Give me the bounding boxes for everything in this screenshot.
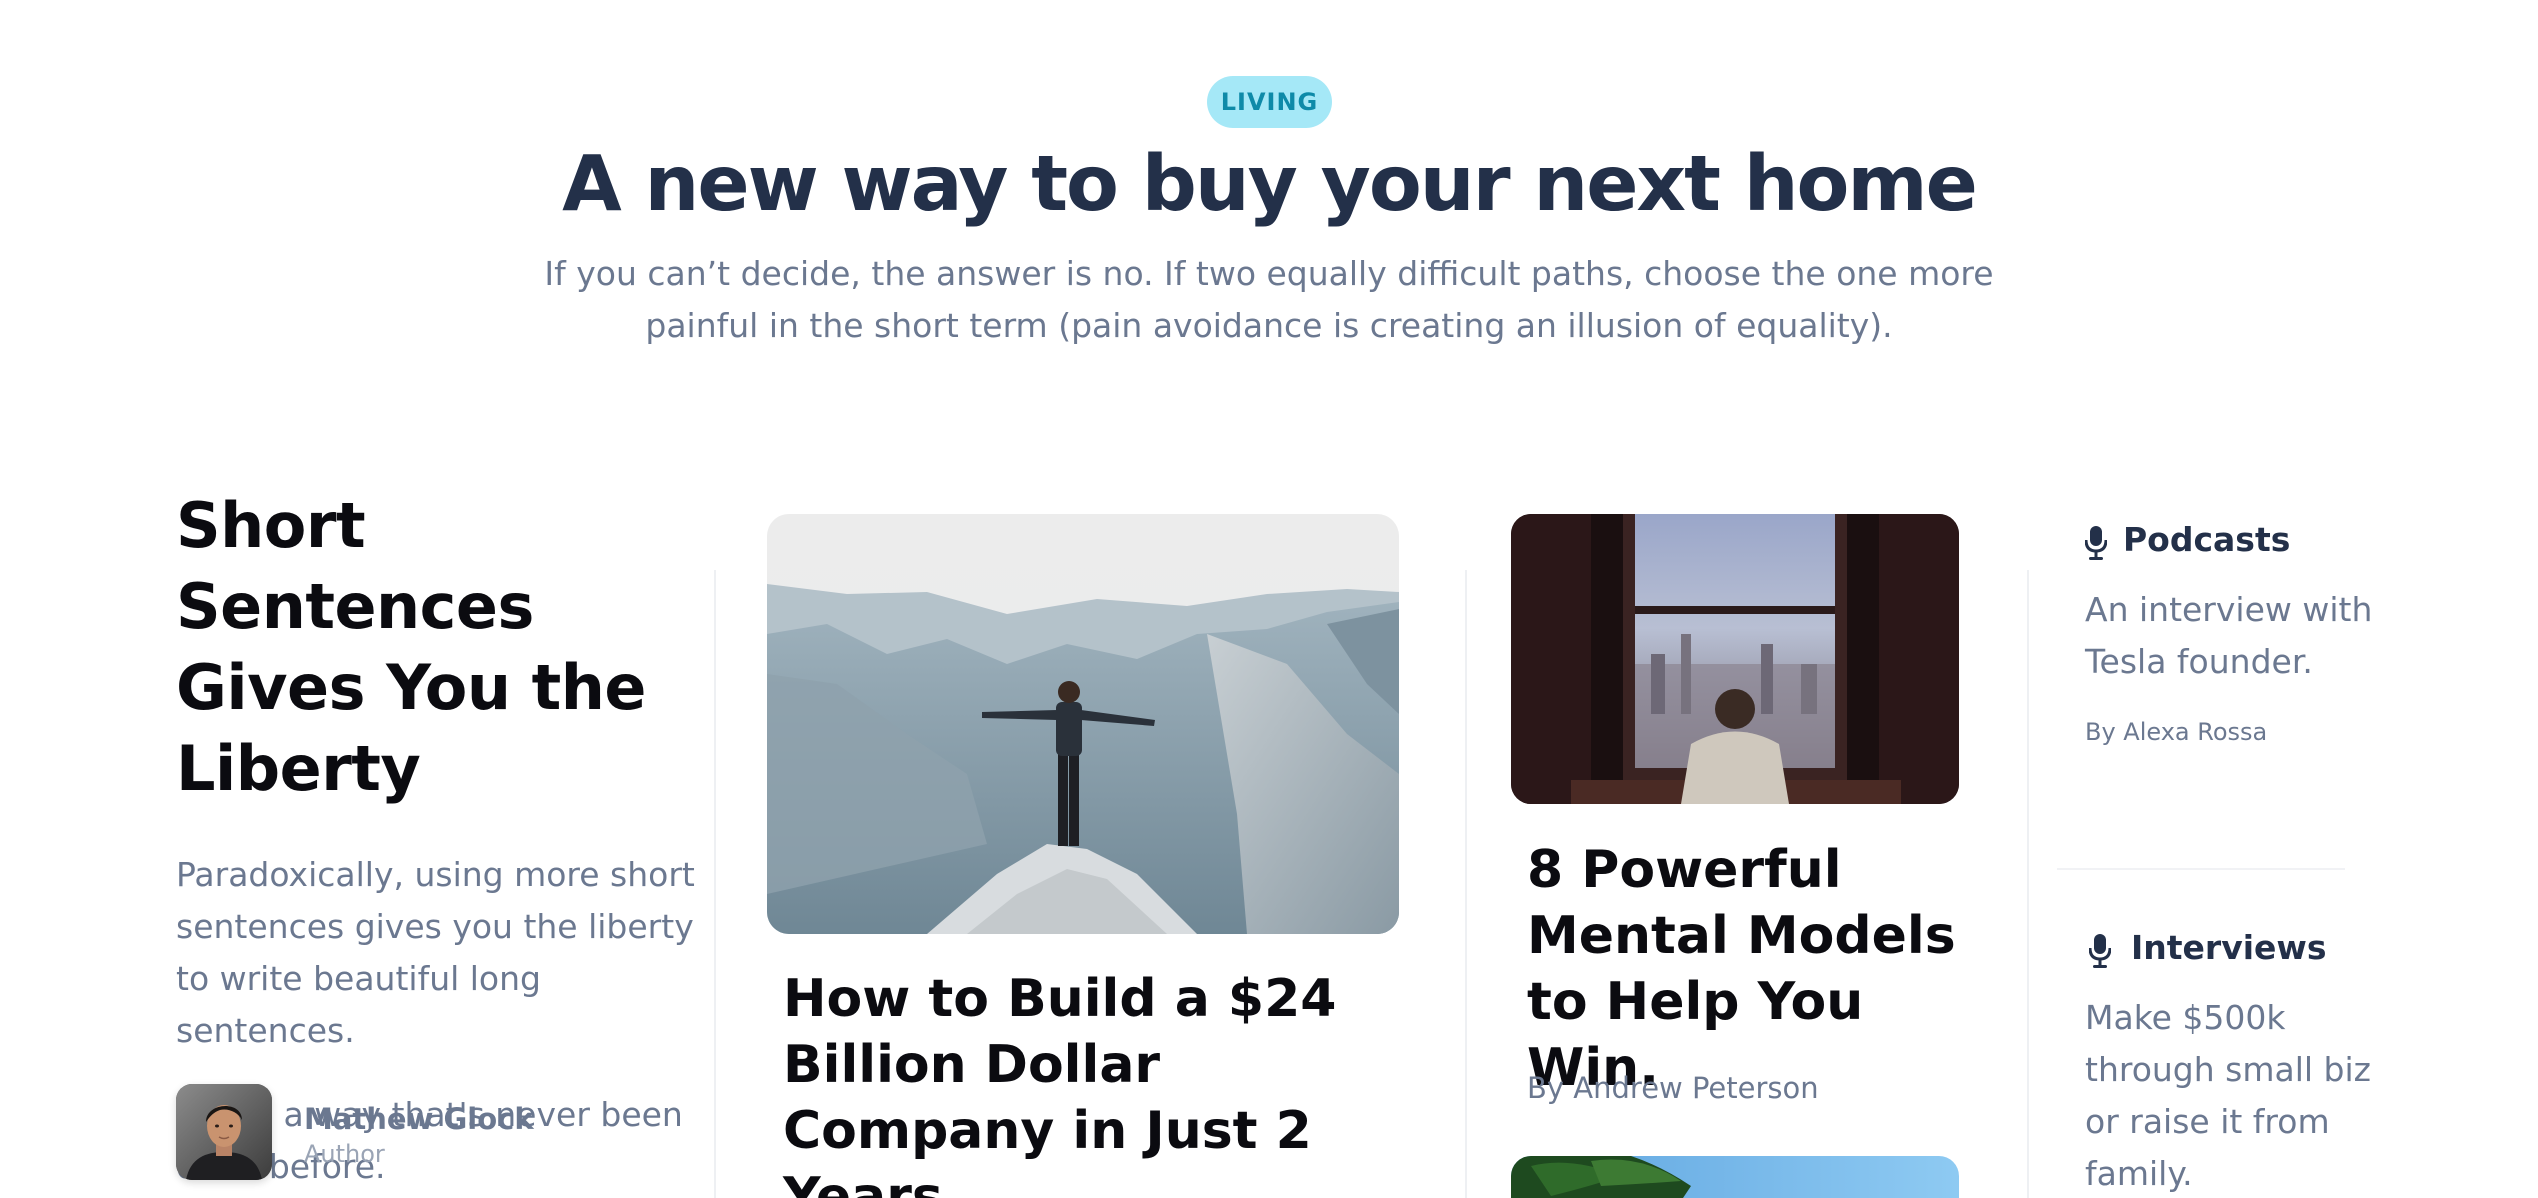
author-portrait-icon (176, 1084, 272, 1180)
page-title: A new way to buy your next home (562, 140, 1978, 229)
page-subtitle: If you can’t decide, the answer is no. I… (544, 254, 1994, 345)
sidebar-item-text[interactable]: An interview with Tesla founder. (2085, 584, 2385, 688)
sidebar-label: Interviews (2131, 928, 2327, 967)
column-divider (714, 570, 716, 1198)
category-badge[interactable]: LIVING (1207, 76, 1332, 128)
sidebar-label: Podcasts (2123, 520, 2291, 559)
sidebar-item-text[interactable]: Make $500k through small biz or raise it… (2085, 992, 2385, 1198)
sidebar-podcasts-header[interactable]: Podcasts (2085, 520, 2385, 564)
article-image-window[interactable] (1511, 514, 1959, 804)
article-title[interactable]: How to Build a $24 Billion Dollar Compan… (783, 966, 1403, 1198)
sidebar-interviews: Interviews Make $500k through small biz … (2085, 928, 2385, 1198)
mountain-photo-icon (767, 514, 1399, 934)
window-photo-icon (1511, 514, 1959, 804)
article-byline[interactable]: By Andrew Peterson (1527, 1071, 1819, 1105)
article-image-palm[interactable] (1511, 1156, 1959, 1198)
sidebar-interviews-header[interactable]: Interviews (2085, 928, 2385, 972)
microphone-icon (2089, 934, 2111, 968)
author-role: Author (304, 1140, 385, 1168)
author-block[interactable]: Mathew Glock Author (176, 1084, 576, 1184)
sidebar-podcasts: Podcasts An interview with Tesla founder… (2085, 520, 2385, 746)
article-image-mountain[interactable] (767, 514, 1399, 934)
featured-article-paragraph: Paradoxically, using more short sentence… (176, 855, 695, 1050)
author-name[interactable]: Mathew Glock (304, 1102, 534, 1136)
featured-article-title[interactable]: Short Sentences Gives You the Liberty (176, 485, 696, 809)
sidebar-divider (2057, 868, 2345, 870)
microphone-icon (2085, 526, 2107, 560)
column-divider (2027, 570, 2029, 1198)
palm-photo-icon (1511, 1156, 1959, 1198)
article-title[interactable]: 8 Powerful Mental Models to Help You Win… (1527, 837, 1967, 1101)
avatar[interactable] (176, 1084, 272, 1180)
column-divider (1465, 570, 1467, 1198)
sidebar-byline[interactable]: By Alexa Rossa (2085, 718, 2385, 746)
